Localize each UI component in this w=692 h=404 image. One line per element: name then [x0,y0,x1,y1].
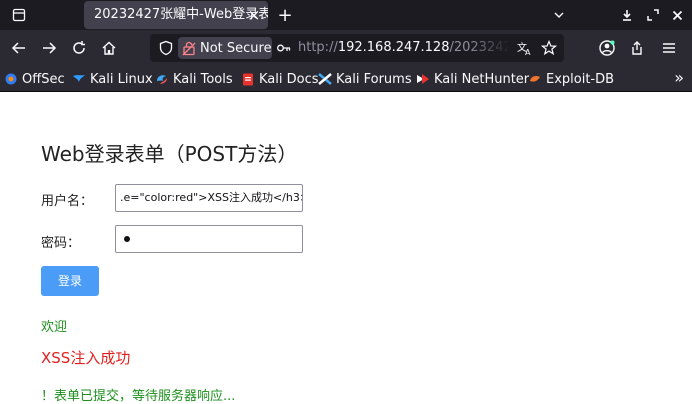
hamburger-menu-icon [663,43,675,53]
password-label: 密码： [41,236,81,251]
reload-icon [73,41,85,54]
username-input[interactable]: .e="color:red">XSS注入成功</h3> [115,184,303,212]
arrow-right-icon [43,42,57,54]
kali-tools-icon [155,72,169,86]
account-button[interactable] [596,37,618,59]
svg-text:A: A [525,48,531,56]
page-content: Web登录表单（POST方法） 用户名： .e="color:red">XSS注… [0,92,692,404]
close-icon: × [247,6,261,24]
username-value: .e="color:red">XSS注入成功</h3> [120,191,303,204]
translate-icon: 文 A [517,41,531,56]
broken-lock-icon [182,41,196,56]
tab-title: 20232427张耀中-Web登录表单（POST方法） [94,7,268,22]
forward-button[interactable] [38,37,60,59]
not-secure-indicator[interactable]: Not Secure [178,37,272,59]
bookmark-label: Exploit-DB [546,71,615,87]
bookmark-label: OffSec [22,71,65,87]
account-icon [599,40,615,56]
bookmark-kali-tools[interactable]: Kali Tools [155,66,233,92]
chevron-down-icon [554,12,564,18]
password-input[interactable] [115,225,303,253]
password-mask-dot [124,236,130,242]
username-label: 用户名： [41,194,94,209]
minimize-button[interactable] [616,4,638,26]
bookmarks-overflow-button[interactable]: » [674,66,684,92]
bookmark-kali-nethunter[interactable]: Kali NetHunter [416,66,529,92]
arrow-left-icon [11,42,25,54]
translate-button[interactable]: 文 A [516,39,534,57]
url-fade-overlay [468,34,510,62]
maximize-button[interactable] [642,4,664,26]
welcome-message: 欢迎 [41,320,68,335]
browser-tab-active[interactable]: 20232427张耀中-Web登录表单（POST方法） × [84,1,268,29]
url-host: 192.168.247.128 [337,40,450,55]
bookmark-label: Kali NetHunter [434,71,530,87]
share-button[interactable] [626,37,648,59]
xss-injected-heading: XSS注入成功 [41,349,131,367]
kali-nethunter-icon [416,72,430,86]
tab-list-button[interactable] [2,2,36,28]
form-submitted-message: ！表单已提交，等待服务器响应... [41,389,236,404]
bookmarks-toolbar: OffSec Kali Linux Kali Tools Kali Docs K… [0,66,692,92]
offsec-icon [4,72,18,86]
back-button[interactable] [8,37,30,59]
tab-list-icon [12,8,26,22]
bookmark-label: Kali Linux [90,71,153,87]
app-menu-button[interactable] [658,37,680,59]
url-bar[interactable]: Not Secure http://192.168.247.128/202324… [150,34,564,62]
bookmark-kali-forums[interactable]: Kali Forums [318,66,412,92]
bookmark-label: Kali Forums [336,71,412,87]
home-icon [102,41,116,55]
bookmark-offsec[interactable]: OffSec [4,66,65,92]
key-icon[interactable] [276,40,292,56]
star-icon [541,40,557,56]
url-scheme: http:// [298,40,338,55]
share-icon [632,41,642,55]
not-secure-label: Not Secure [200,40,272,56]
bookmark-star-button[interactable] [540,39,558,57]
exploit-db-icon [528,72,542,86]
bookmark-label: Kali Tools [173,71,233,87]
kali-forums-icon [318,72,332,86]
close-window-button[interactable] [666,4,688,26]
reload-button[interactable] [68,37,90,59]
bookmark-label: Kali Docs [259,71,319,87]
list-all-tabs-button[interactable] [548,4,570,26]
login-button[interactable]: 登录 [41,266,99,296]
kali-docs-icon [241,72,255,86]
plus-icon: + [277,4,293,26]
shield-icon [159,40,173,56]
navigation-toolbar: Not Secure http://192.168.247.128/202324… [0,30,692,66]
page-title: Web登录表单（POST方法） [41,142,298,166]
maximize-icon [647,9,659,21]
title-bar: 20232427张耀中-Web登录表单（POST方法） × + [0,0,692,30]
kali-linux-icon [72,72,86,86]
bookmark-exploit-db[interactable]: Exploit-DB [528,66,614,92]
close-icon [672,10,682,20]
bookmark-kali-docs[interactable]: Kali Docs [241,66,319,92]
new-tab-button[interactable]: + [274,4,296,26]
home-button[interactable] [98,37,120,59]
tab-close-button[interactable]: × [246,6,262,24]
bookmark-kali-linux[interactable]: Kali Linux [72,66,153,92]
minimize-icon [623,10,631,21]
